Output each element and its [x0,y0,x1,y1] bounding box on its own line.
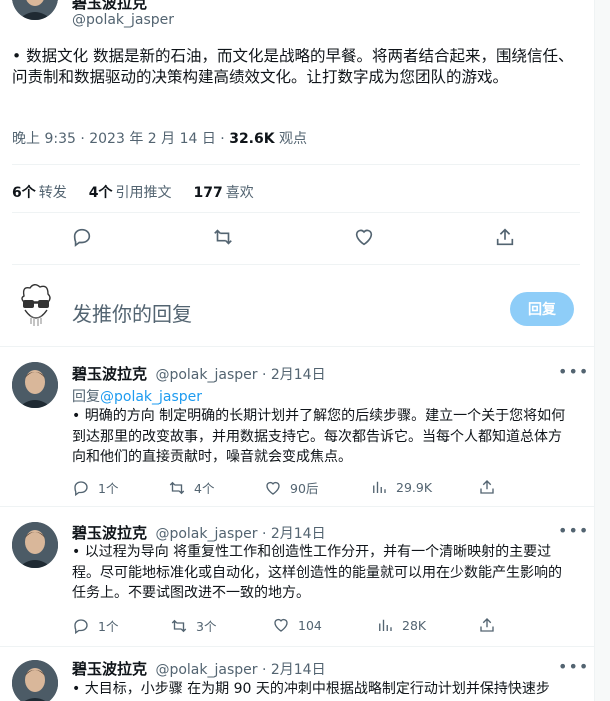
tweet-timestamp[interactable]: 晚上 9:35 · 2023 年 2 月 14 日 · [12,131,229,147]
likes-stat[interactable]: 177 喜欢 [194,182,254,202]
reply-text: • 明确的方向 制定明确的长期计划并了解您的后续步骤。建立一个关于您将如何到达那… [72,408,566,465]
retweet-icon[interactable] [212,226,234,248]
analytics-icon [373,481,386,493]
reply-header: 碧玉波拉克 @polak_jasper · 2月14日 [72,658,326,679]
retweet-icon [171,619,187,632]
share-icon [480,480,494,494]
reply-count-button[interactable]: 1个 [72,478,118,497]
share-icon[interactable] [494,226,516,248]
like-icon[interactable] [353,226,375,248]
divider [12,264,580,265]
reply-tweet[interactable]: 碧玉波拉克 @polak_jasper · 2月14日 ••• • 以过程为导向… [0,506,594,646]
more-options-icon[interactable]: ••• [558,657,589,676]
reply-author-name[interactable]: 碧玉波拉克 [72,524,147,542]
views-count: 32.6K [229,131,275,147]
divider [12,164,580,165]
views-count-button[interactable]: 28K [376,616,426,634]
quotes-stat[interactable]: 4个 引用推文 [89,182,172,202]
like-count-button[interactable]: 104 [272,616,322,634]
scrollbar-track[interactable] [594,0,610,701]
retweet-count-button[interactable]: 3个 [170,616,216,635]
retweets-stat[interactable]: 6个 转发 [12,182,67,202]
reply-tweet[interactable]: 碧玉波拉克 @polak_jasper · 2月14日 ••• 回复@polak… [0,346,594,506]
main-author-handle[interactable]: @polak_jasper [72,12,174,28]
tweet-thread-page: 碧玉波拉克 @polak_jasper • 数据文化 数据是新的石油，而文化是战… [0,0,594,701]
reply-to-handle[interactable]: @polak_jasper [100,389,202,405]
engagement-stats: 6个 转发 4个 引用推文 177 喜欢 [12,182,254,202]
reply-header: 碧玉波拉克 @polak_jasper · 2月14日 [72,522,326,543]
reply-author-avatar[interactable] [12,362,58,408]
main-author-avatar[interactable] [12,0,58,20]
main-tweet-actions [0,226,594,256]
reply-input[interactable]: 发推你的回复 [72,298,192,327]
reply-author-handle[interactable]: @polak_jasper [155,367,257,383]
user-avatar[interactable] [14,282,58,330]
reply-date[interactable]: · 2月14日 [262,367,326,383]
main-tweet-text: • 数据文化 数据是新的石油，而文化是战略的早餐。将两者结合起来，围绕信任、问责… [12,47,574,86]
reply-count-button[interactable]: 1个 [72,616,118,635]
like-icon [274,618,288,632]
reply-icon[interactable] [71,226,93,248]
reply-text: • 以过程为导向 将重复性工作和创造性工作分开，并有一个清晰映射的主要过程。尽可… [72,544,562,601]
reply-author-handle[interactable]: @polak_jasper [155,526,257,542]
views-count-button[interactable]: 29.9K [370,478,432,496]
views-label: 观点 [274,131,308,147]
retweet-icon [169,481,185,494]
retweet-count-button[interactable]: 4个 [168,478,214,497]
reply-actions: 1个 4个 90后 29.9K [72,478,532,500]
share-button[interactable] [478,478,496,496]
tweet-meta: 晚上 9:35 · 2023 年 2 月 14 日 · 32.6K 观点 [12,128,307,148]
reply-to-line: 回复@polak_jasper [72,389,203,405]
reply-actions: 1个 3个 104 28K [72,616,532,638]
reply-author-name[interactable]: 碧玉波拉克 [72,365,147,383]
reply-author-handle[interactable]: @polak_jasper [155,662,257,678]
reply-icon [74,480,88,496]
like-icon [266,481,280,495]
reply-author-name[interactable]: 碧玉波拉克 [72,660,147,678]
more-options-icon[interactable]: ••• [558,521,589,540]
reply-header: 碧玉波拉克 @polak_jasper · 2月14日 [72,363,326,384]
analytics-icon [379,619,392,631]
reply-button[interactable]: 回复 [510,292,574,326]
share-button[interactable] [478,616,496,634]
like-count-button[interactable]: 90后 [264,478,318,497]
reply-date[interactable]: · 2月14日 [262,662,326,678]
reply-author-avatar[interactable] [12,660,58,701]
more-options-icon[interactable]: ••• [558,362,589,381]
reply-tweet[interactable]: 碧玉波拉克 @polak_jasper · 2月14日 ••• • 大目标，小步… [0,646,594,701]
reply-text: • 大目标，小步骤 在为期 90 天的冲刺中根据战略制定行动计划并保持快速步 [72,681,550,697]
share-icon [480,618,494,632]
reply-icon [74,618,88,634]
reply-author-avatar[interactable] [12,522,58,568]
divider [12,212,580,213]
reply-date[interactable]: · 2月14日 [262,526,326,542]
